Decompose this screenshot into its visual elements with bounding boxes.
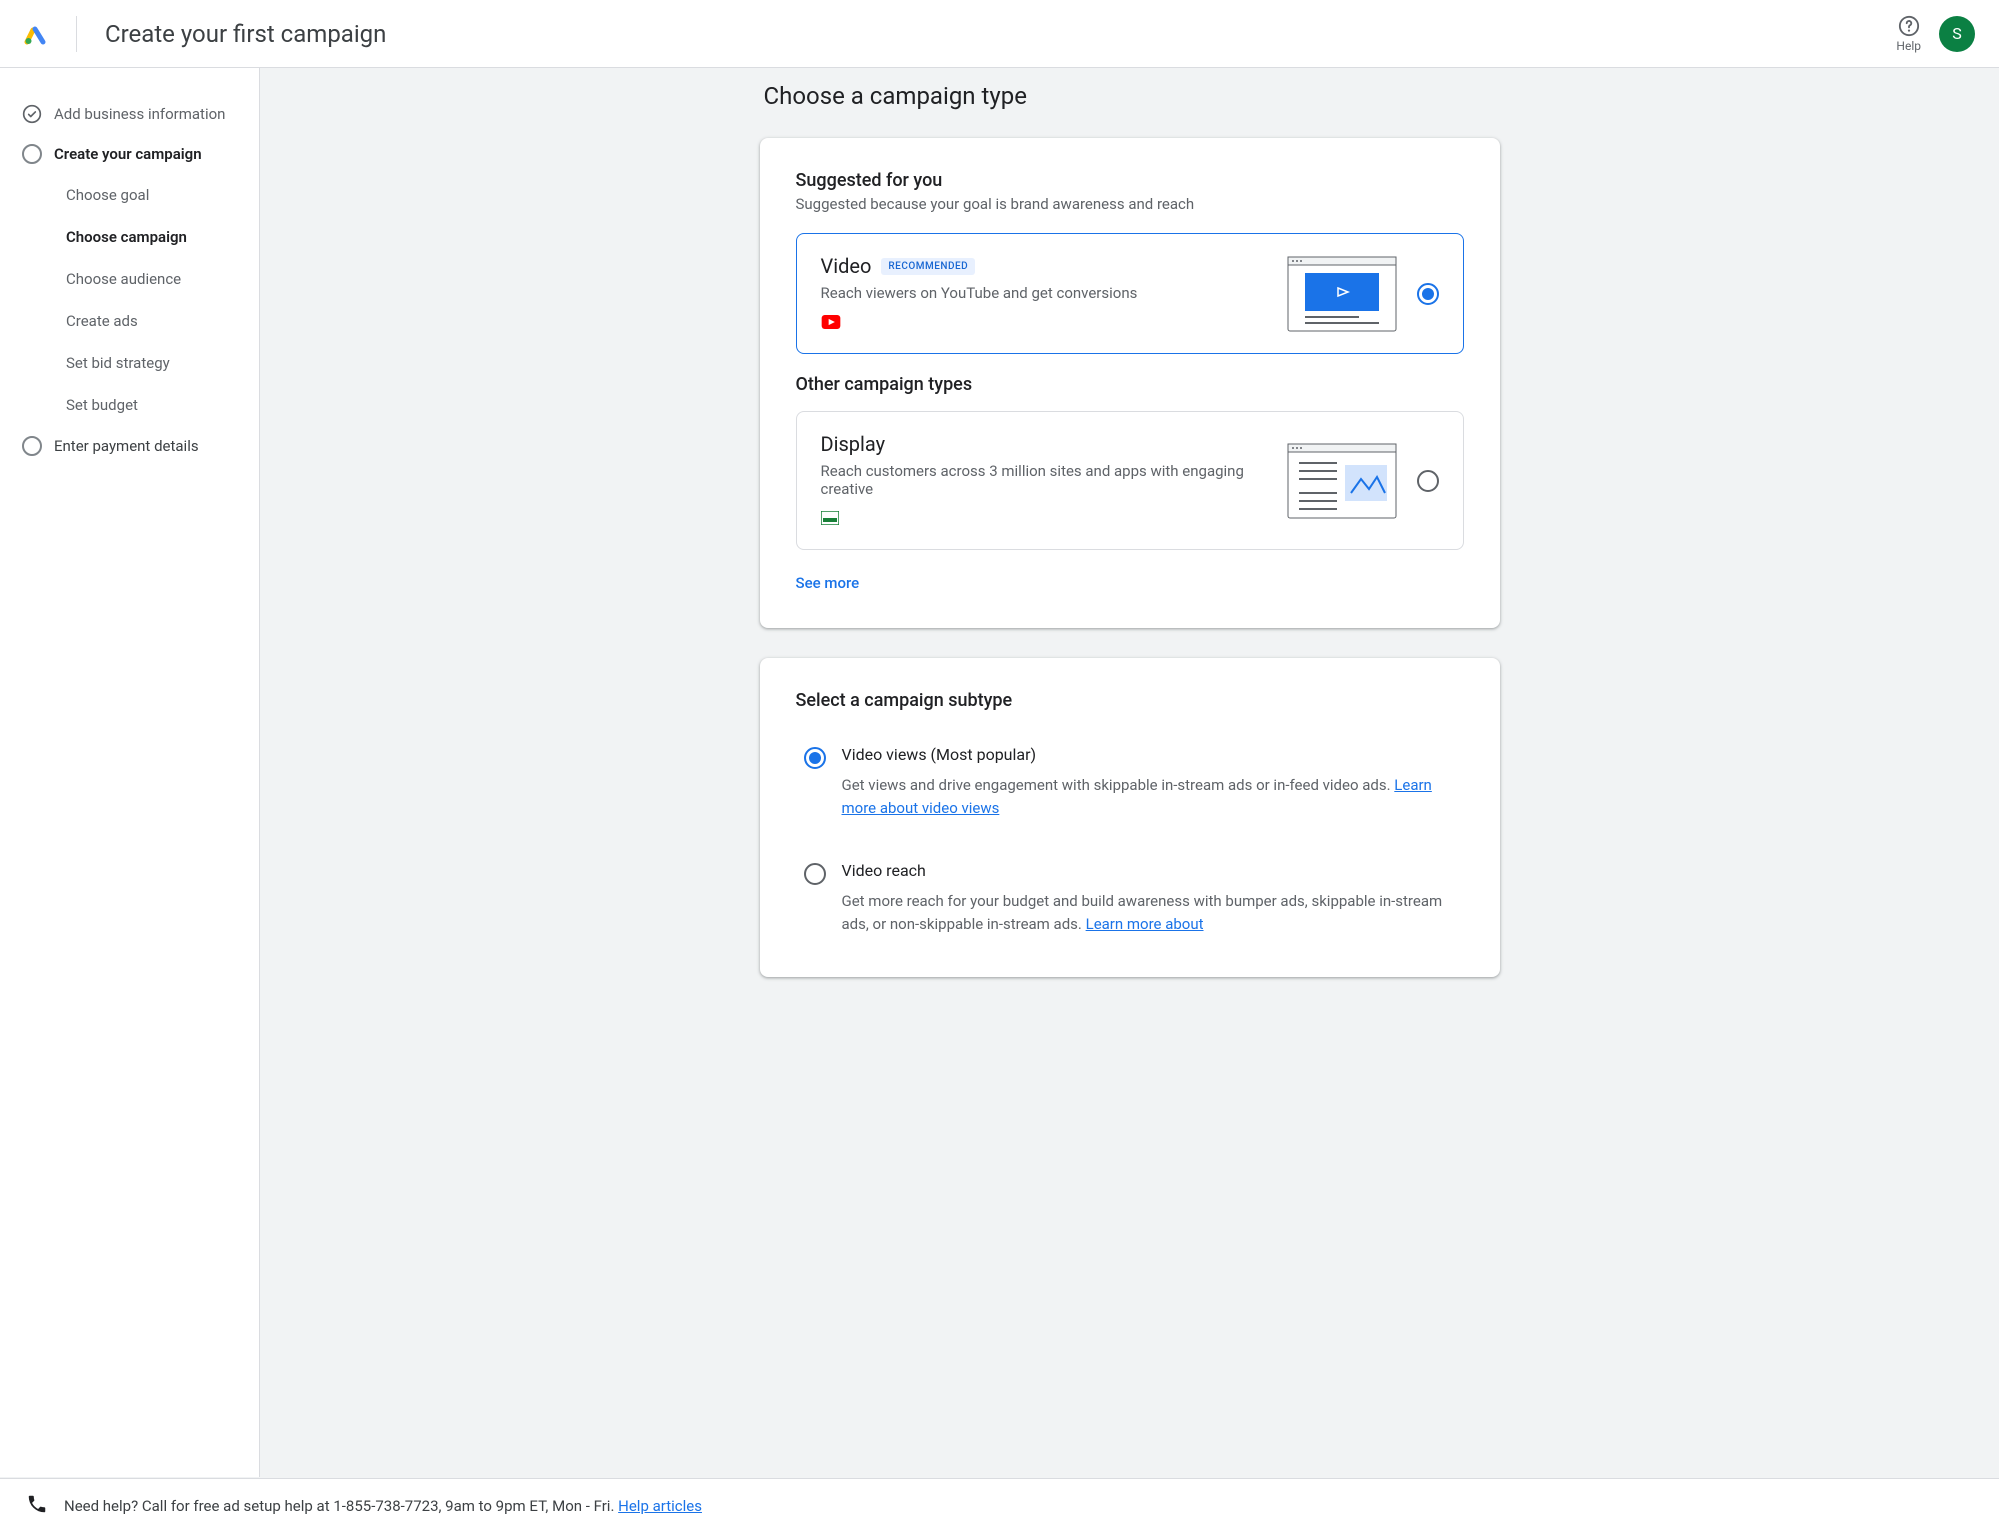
radio-selected[interactable] xyxy=(1417,283,1439,305)
campaign-option-video[interactable]: Video RECOMMENDED Reach viewers on YouTu… xyxy=(796,233,1464,354)
step-label: Add business information xyxy=(54,105,225,123)
help-footer: Need help? Call for free ad setup help a… xyxy=(0,1478,1999,1533)
campaign-type-card: Suggested for you Suggested because your… xyxy=(760,138,1500,628)
campaign-name: Video xyxy=(821,254,872,278)
phone-icon xyxy=(26,1493,48,1519)
substep-choose-goal[interactable]: Choose goal xyxy=(66,174,245,216)
step-label: Enter payment details xyxy=(54,437,199,455)
avatar-initial: S xyxy=(1952,24,1962,43)
sidebar-step-payment[interactable]: Enter payment details xyxy=(22,426,245,466)
substep-choose-campaign[interactable]: Choose campaign xyxy=(66,216,245,258)
video-thumbnail-icon xyxy=(1287,256,1397,332)
learn-more-link[interactable]: Learn more about xyxy=(1086,915,1204,933)
sidebar-step-business-info[interactable]: Add business information xyxy=(22,94,245,134)
page-title: Create your first campaign xyxy=(105,20,386,48)
suggested-subtitle: Suggested because your goal is brand awa… xyxy=(796,195,1464,213)
other-types-title: Other campaign types xyxy=(796,374,1464,395)
check-icon xyxy=(22,104,42,124)
help-articles-link[interactable]: Help articles xyxy=(618,1497,702,1515)
subtype-video-reach[interactable]: Video reach Get more reach for your budg… xyxy=(796,851,1464,945)
help-button[interactable]: Help xyxy=(1896,15,1921,53)
footer-text: Need help? Call for free ad setup help a… xyxy=(64,1497,702,1515)
step-label: Create your campaign xyxy=(54,145,202,163)
subtype-video-views[interactable]: Video views (Most popular) Get views and… xyxy=(796,735,1464,829)
youtube-icon xyxy=(821,314,841,333)
subtype-heading: Select a campaign subtype xyxy=(796,690,1464,711)
recommended-badge: RECOMMENDED xyxy=(881,258,975,275)
radio-unselected[interactable] xyxy=(1417,470,1439,492)
subtype-desc: Get views and drive engagement with skip… xyxy=(842,774,1456,819)
radio-selected[interactable] xyxy=(804,747,826,769)
campaign-desc: Reach customers across 3 million sites a… xyxy=(821,462,1267,498)
campaign-option-display[interactable]: Display Reach customers across 3 million… xyxy=(796,411,1464,550)
substep-budget[interactable]: Set budget xyxy=(66,384,245,426)
circle-icon xyxy=(22,436,42,456)
app-header: Create your first campaign Help S xyxy=(0,0,1999,68)
section-heading: Choose a campaign type xyxy=(764,82,1500,110)
substep-bid-strategy[interactable]: Set bid strategy xyxy=(66,342,245,384)
campaign-subtype-card: Select a campaign subtype Video views (M… xyxy=(760,658,1500,977)
help-label: Help xyxy=(1896,39,1921,53)
suggested-title: Suggested for you xyxy=(796,170,1464,191)
see-more-link[interactable]: See more xyxy=(796,570,1464,596)
display-network-icon xyxy=(821,510,839,529)
avatar[interactable]: S xyxy=(1939,16,1975,52)
subtype-title: Video views (Most popular) xyxy=(842,745,1456,764)
google-ads-logo xyxy=(24,16,77,52)
substep-create-ads[interactable]: Create ads xyxy=(66,300,245,342)
help-icon xyxy=(1898,15,1920,37)
sidebar: Add business information Create your cam… xyxy=(0,68,260,1477)
subtype-title: Video reach xyxy=(842,861,1456,880)
campaign-name: Display xyxy=(821,432,886,456)
sidebar-step-create-campaign[interactable]: Create your campaign xyxy=(22,134,245,174)
subtype-desc: Get more reach for your budget and build… xyxy=(842,890,1456,935)
substep-choose-audience[interactable]: Choose audience xyxy=(66,258,245,300)
campaign-desc: Reach viewers on YouTube and get convers… xyxy=(821,284,1267,302)
circle-icon xyxy=(22,144,42,164)
main-content: Choose a campaign type Suggested for you… xyxy=(260,68,1999,1477)
display-thumbnail-icon xyxy=(1287,443,1397,519)
radio-unselected[interactable] xyxy=(804,863,826,885)
